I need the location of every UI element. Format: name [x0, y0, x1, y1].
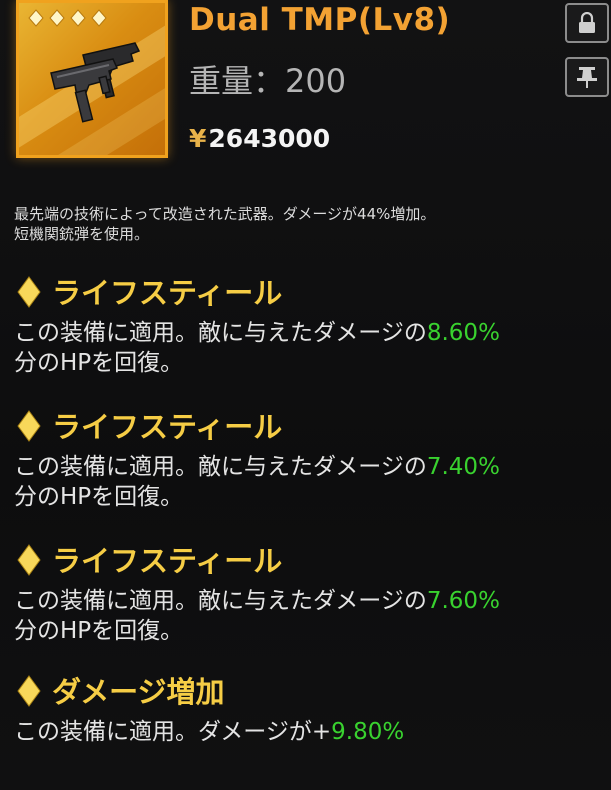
effect-text: 分のHPを回復。	[14, 618, 184, 644]
item-weight: 重量：200	[189, 62, 347, 100]
effect-description: この装備に適用。敵に与えたダメージの8.60% 分のHPを回復。	[14, 318, 609, 378]
description-line: 最先端の技術によって改造された武器。ダメージが44%増加。	[14, 205, 436, 223]
effect-name: ライフスティール	[52, 276, 283, 310]
rarity-stars	[27, 9, 108, 27]
description-line: 短機関銃弾を使用。	[14, 225, 150, 243]
effect-name: ダメージ増加	[52, 675, 225, 709]
effect-lifesteal-3: ライフスティール この装備に適用。敵に与えたダメージの7.60% 分のHPを回復…	[14, 538, 609, 646]
effect-value: 7.40%	[426, 454, 500, 480]
effect-value: 7.60%	[426, 588, 500, 614]
effect-text: 分のHPを回復。	[14, 484, 184, 510]
item-detail-panel: Dual TMP(Lv8) 重量：200 ¥2643000 最先端の技術によって…	[0, 0, 611, 790]
diamond-bullet-icon	[17, 410, 41, 442]
item-description: 最先端の技術によって改造された武器。ダメージが44%増加。 短機関銃弾を使用。	[14, 204, 604, 244]
effect-lifesteal-1: ライフスティール この装備に適用。敵に与えたダメージの8.60% 分のHPを回復…	[14, 270, 609, 378]
rarity-diamond-icon	[49, 9, 65, 27]
yen-icon: ¥	[189, 124, 207, 153]
effect-text: この装備に適用。ダメージが+	[14, 719, 332, 745]
diamond-bullet-icon	[17, 544, 41, 576]
rarity-diamond-icon	[28, 9, 44, 27]
rarity-diamond-icon	[70, 9, 86, 27]
effect-text: この装備に適用。敵に与えたダメージの	[14, 320, 427, 346]
effect-lifesteal-2: ライフスティール この装備に適用。敵に与えたダメージの7.40% 分のHPを回復…	[14, 404, 609, 512]
effect-name: ライフスティール	[52, 410, 283, 444]
diamond-bullet-icon	[17, 276, 41, 308]
effect-description: この装備に適用。敵に与えたダメージの7.40% 分のHPを回復。	[14, 452, 609, 512]
rarity-diamond-icon	[91, 9, 107, 27]
effect-description: この装備に適用。ダメージが+9.80%	[14, 717, 609, 747]
effect-damage-increase: ダメージ増加 この装備に適用。ダメージが+9.80%	[14, 669, 609, 747]
lock-button[interactable]	[565, 3, 609, 43]
pin-button[interactable]	[565, 57, 609, 97]
item-price: ¥2643000	[189, 124, 330, 153]
diamond-bullet-icon	[17, 675, 41, 707]
effect-text: この装備に適用。敵に与えたダメージの	[14, 588, 427, 614]
effect-value: 9.80%	[331, 719, 405, 745]
effect-text: 分のHPを回復。	[14, 350, 184, 376]
smg-weapon-icon	[50, 42, 141, 123]
pin-icon	[577, 67, 597, 88]
effect-name: ライフスティール	[52, 544, 283, 578]
effect-description: この装備に適用。敵に与えたダメージの7.60% 分のHPを回復。	[14, 586, 609, 646]
effect-text: この装備に適用。敵に与えたダメージの	[14, 454, 427, 480]
item-image-frame[interactable]	[16, 0, 168, 158]
effect-value: 8.60%	[426, 320, 500, 346]
item-name: Dual TMP(Lv8)	[189, 2, 451, 38]
price-value: 2643000	[208, 124, 331, 153]
lock-icon	[579, 12, 595, 33]
